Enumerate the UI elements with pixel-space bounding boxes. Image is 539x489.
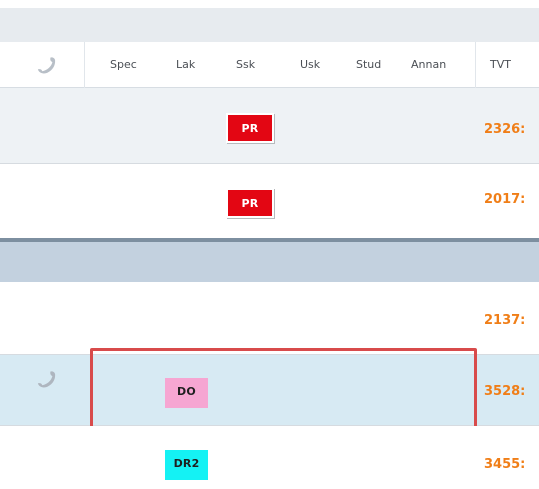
tvt-value: 2326: xyxy=(484,122,526,137)
column-header-row xyxy=(0,42,539,88)
header-usk[interactable]: Usk xyxy=(300,58,320,72)
row-divider xyxy=(0,354,539,355)
tvt-value: 2137: xyxy=(484,313,526,328)
header-stud[interactable]: Stud xyxy=(356,58,381,72)
status-badge[interactable]: PR xyxy=(226,188,274,218)
tvt-value: 3528: xyxy=(484,384,526,399)
group-header-band xyxy=(0,8,539,42)
status-badge[interactable]: DR2 xyxy=(165,450,208,480)
header-tvt[interactable]: TVT xyxy=(490,58,511,72)
phone-icon[interactable] xyxy=(36,368,58,390)
table-row[interactable] xyxy=(0,426,539,489)
group-band xyxy=(0,242,539,282)
top-strip xyxy=(0,0,539,8)
header-annan[interactable]: Annan xyxy=(411,58,446,72)
header-lak[interactable]: Lak xyxy=(176,58,195,72)
tvt-value: 2017: xyxy=(484,192,526,207)
header-spec[interactable]: Spec xyxy=(110,58,137,72)
status-badge[interactable]: PR xyxy=(226,113,274,143)
table-row[interactable] xyxy=(0,282,539,354)
table-row-selected[interactable] xyxy=(0,354,539,426)
status-badge[interactable]: DO xyxy=(165,378,208,408)
tvt-value: 3455: xyxy=(484,457,526,472)
phone-icon xyxy=(36,54,58,76)
header-ssk[interactable]: Ssk xyxy=(236,58,255,72)
